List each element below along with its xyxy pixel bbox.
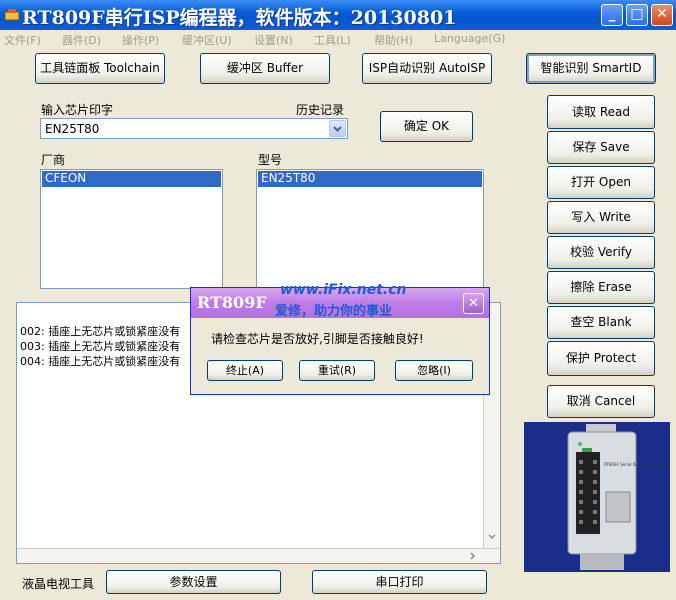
erase-button[interactable]: 擦除 Erase bbox=[547, 271, 655, 304]
dialog-close-button[interactable]: ✕ bbox=[463, 293, 484, 314]
history-label: 历史记录 bbox=[296, 103, 345, 117]
menu-tools[interactable]: 工具(L) bbox=[314, 32, 351, 48]
scroll-right-icon[interactable] bbox=[467, 550, 479, 562]
params-button[interactable]: 参数设置 bbox=[106, 570, 281, 594]
ok-button[interactable]: 确定 OK bbox=[380, 111, 473, 142]
maximize-button[interactable]: □ bbox=[626, 4, 648, 26]
model-label: 型号 bbox=[258, 153, 283, 167]
chip-mark-value: EN25T80 bbox=[45, 122, 100, 136]
serial-print-button[interactable]: 串口打印 bbox=[312, 570, 487, 594]
lcd-tools-label: 液晶电视工具 bbox=[22, 577, 95, 591]
device-caption: RT809F Serial ISP Programmer bbox=[604, 462, 665, 467]
menu-operation[interactable]: 操作(P) bbox=[122, 32, 159, 48]
app-icon bbox=[4, 7, 20, 23]
buffer-button[interactable]: 缓冲区 Buffer bbox=[200, 53, 330, 84]
maximize-icon: □ bbox=[630, 6, 644, 22]
window-title: RT809F串行ISP编程器，软件版本：20130801 bbox=[22, 7, 457, 29]
menu-device[interactable]: 器件(D) bbox=[62, 32, 101, 48]
watermark-url: www.iFix.net.cn bbox=[280, 282, 407, 298]
read-button[interactable]: 读取 Read bbox=[547, 95, 655, 129]
cancel-button[interactable]: 取消 Cancel bbox=[547, 385, 655, 418]
log-line: 002: 插座上无芯片或锁紧座没有 bbox=[20, 325, 181, 338]
verify-button[interactable]: 校验 Verify bbox=[547, 236, 655, 269]
ignore-button[interactable]: 忽略(I) bbox=[395, 360, 473, 381]
vendor-item-selected[interactable]: CFEON bbox=[42, 171, 221, 187]
log-line: 003: 插座上无芯片或锁紧座没有 bbox=[20, 340, 181, 353]
autoisp-button[interactable]: ISP自动识别 AutoISP bbox=[362, 53, 492, 84]
chip-mark-combobox[interactable]: EN25T80 bbox=[40, 118, 348, 139]
close-icon: ✕ bbox=[468, 296, 479, 311]
minimize-icon: _ bbox=[608, 6, 616, 22]
scroll-down-icon[interactable] bbox=[486, 531, 498, 543]
dialog-message: 请检查芯片是否放好,引脚是否接触良好! bbox=[211, 332, 424, 346]
minimize-button[interactable]: _ bbox=[601, 4, 623, 26]
chevron-down-icon bbox=[333, 126, 342, 132]
close-icon: ✕ bbox=[656, 6, 668, 22]
dropdown-button[interactable] bbox=[329, 120, 346, 137]
log-line: 004: 插座上无芯片或锁紧座没有 bbox=[20, 355, 181, 368]
open-button[interactable]: 打开 Open bbox=[547, 166, 655, 199]
smartid-button[interactable]: 智能识别 SmartID bbox=[526, 53, 656, 84]
vendor-list[interactable]: CFEON bbox=[40, 169, 223, 289]
close-button[interactable]: ✕ bbox=[651, 4, 673, 26]
model-list[interactable]: EN25T80 bbox=[256, 169, 484, 289]
watermark-slogan: 爱修，助力你的事业 bbox=[275, 304, 393, 319]
programmer-device-image: RT809F Serial ISP Programmer bbox=[524, 422, 670, 572]
title-bar[interactable]: RT809F串行ISP编程器，软件版本：20130801 _ □ ✕ bbox=[0, 0, 676, 30]
menu-buffer[interactable]: 缓冲区(U) bbox=[182, 32, 232, 48]
vendor-label: 厂商 bbox=[41, 153, 66, 167]
retry-button[interactable]: 重试(R) bbox=[299, 360, 375, 381]
protect-button[interactable]: 保护 Protect bbox=[547, 341, 655, 376]
menu-file[interactable]: 文件(F) bbox=[4, 32, 41, 48]
menu-settings[interactable]: 设置(N) bbox=[254, 32, 293, 48]
write-button[interactable]: 写入 Write bbox=[547, 201, 655, 234]
log-horizontal-scrollbar[interactable] bbox=[17, 548, 500, 563]
toolchain-button[interactable]: 工具链面板 Toolchain bbox=[35, 53, 165, 84]
save-button[interactable]: 保存 Save bbox=[547, 131, 655, 164]
blank-button[interactable]: 查空 Blank bbox=[547, 306, 655, 339]
chip-mark-label: 输入芯片印字 bbox=[41, 103, 114, 117]
device-photo: RT809F Serial ISP Programmer bbox=[524, 422, 670, 572]
dialog-title: RT809F bbox=[197, 293, 267, 312]
model-item-selected[interactable]: EN25T80 bbox=[258, 171, 482, 187]
menu-bar: 文件(F) 器件(D) 操作(P) 缓冲区(U) 设置(N) 工具(L) 帮助(… bbox=[0, 30, 676, 49]
menu-language[interactable]: Language(G) bbox=[434, 32, 505, 45]
abort-button[interactable]: 终止(A) bbox=[207, 360, 283, 381]
menu-help[interactable]: 帮助(H) bbox=[374, 32, 413, 48]
